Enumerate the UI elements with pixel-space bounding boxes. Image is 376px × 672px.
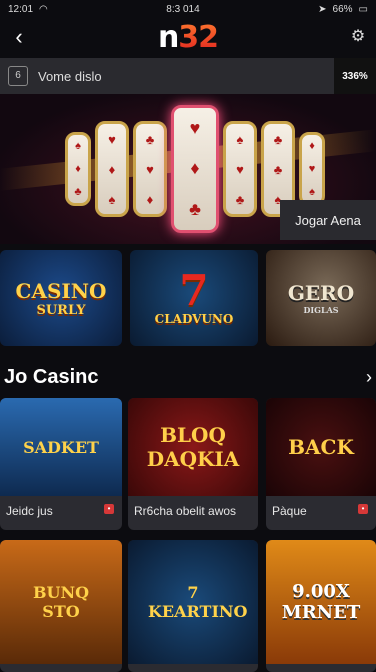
battery-icon: ▭	[358, 3, 368, 15]
game-card[interactable]: BLOQ DAQKIA Rr6cha obelit awos	[128, 398, 258, 530]
game-label: Jeidc jus	[6, 504, 53, 518]
app-logo: n32	[157, 19, 219, 55]
section-more-icon[interactable]: ›	[366, 367, 372, 388]
status-right: ➤ 66% ▭	[318, 4, 368, 15]
featured-subtitle: CLADVUNO	[154, 312, 234, 326]
promo-text: Vome dislo	[38, 68, 102, 84]
featured-title: GERO	[287, 281, 355, 305]
game-card[interactable]: BACK Pàque •	[266, 398, 376, 530]
hero-banner[interactable]: ♠ ♦ ♣ ♥ ♦ ♠ ♣ ♥ ♦ ♥ ♦ ♣ ♠ ♥ ♣ ♣ ♣ ♠ ♦ ♥ ♠ Jogar Aena	[0, 94, 376, 244]
game-card[interactable]: SADKET Jeidc jus •	[0, 398, 122, 530]
location-icon: ➤	[318, 3, 327, 15]
menu-icon[interactable]: ⚙	[346, 25, 370, 49]
top-bar: ‹ n32 ⚙	[0, 18, 376, 56]
logo-number: 32	[178, 19, 219, 55]
promo-bar[interactable]: 6 Vome dislo 336%	[0, 58, 376, 94]
game-art: 7 KEARTINO	[128, 540, 258, 664]
status-bar: 12:01 ◠ 8:3 014 ➤ 66% ▭	[0, 0, 376, 18]
slot-reel: ♦ ♥ ♠	[299, 132, 325, 206]
logo-letter: n	[157, 19, 179, 55]
slot-reel: ♣ ♥ ♦	[133, 121, 167, 217]
section-title: Jo Casinc	[4, 365, 99, 388]
featured-title: 7	[179, 266, 209, 315]
back-icon[interactable]: ‹	[6, 24, 32, 50]
game-card[interactable]: BUNQ STO	[0, 540, 122, 672]
featured-tile[interactable]: 7 CLADVUNO	[130, 250, 258, 346]
promo-icon: 6	[8, 66, 28, 86]
featured-tile[interactable]: CASINO SURLY	[0, 250, 122, 346]
status-center: 8:3 014	[166, 3, 200, 15]
slot-reel: ♠ ♥ ♣	[223, 121, 257, 217]
status-time: 12:01	[8, 3, 34, 15]
slot-reel: ♥ ♦ ♠	[95, 121, 129, 217]
featured-tile[interactable]: GERO DIGLAS	[266, 250, 376, 346]
featured-subtitle: DIGLAS	[303, 305, 339, 315]
section-header: Jo Casinc ›	[0, 362, 376, 392]
featured-title: CASINO	[15, 278, 107, 303]
game-art: BUNQ STO	[0, 540, 122, 664]
status-left: 12:01 ◠	[8, 4, 48, 15]
game-art: 9.00X MRNET	[266, 540, 376, 664]
game-badge: •	[358, 504, 368, 514]
game-label: Pàque	[272, 504, 307, 518]
game-art: SADKET	[0, 398, 122, 496]
slot-reel: ♠ ♦ ♣	[65, 132, 91, 206]
game-label: Rr6cha obelit awos	[134, 504, 237, 518]
wifi-icon: ◠	[39, 3, 48, 15]
battery-level: 66%	[332, 3, 353, 15]
game-card[interactable]: 7 KEARTINO	[128, 540, 258, 672]
featured-row: CASINO SURLY 7 CLADVUNO GERO DIGLAS	[0, 250, 376, 346]
promo-badge: 336%	[334, 58, 376, 94]
game-badge: •	[104, 504, 114, 514]
slot-reel: ♥ ♦ ♣	[171, 105, 219, 233]
game-art: BACK	[266, 398, 376, 496]
game-art: BLOQ DAQKIA	[128, 398, 258, 496]
featured-subtitle: SURLY	[36, 302, 86, 318]
play-button[interactable]: Jogar Aena	[280, 200, 376, 240]
game-card[interactable]: 9.00X MRNET	[266, 540, 376, 672]
